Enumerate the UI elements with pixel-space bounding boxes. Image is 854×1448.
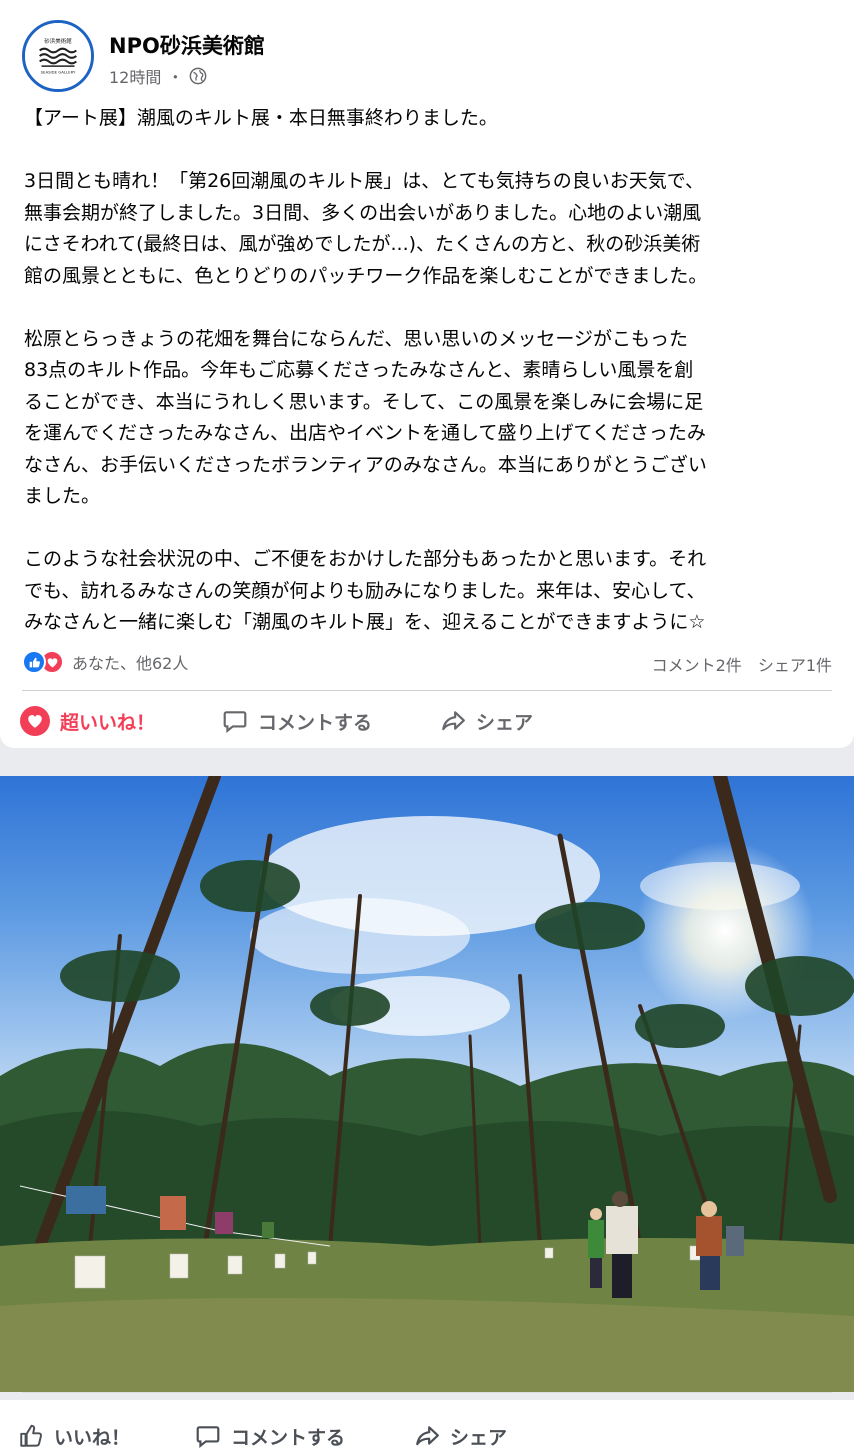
post-card: 砂浜美術館 SEASIDE GALLERY NPO砂浜美術館 12時間 ・ 【ア… xyxy=(0,0,854,748)
post-text-line: みなさんと一緒に楽しむ「潮風のキルト展」を、迎えることができますように☆ xyxy=(24,611,706,633)
post-text-line: 83点のキルト作品。今年もご応募くださったみなさんと、素晴らしい風景を創 xyxy=(24,359,694,381)
share-icon xyxy=(416,1426,439,1446)
post-time[interactable]: 12時間 xyxy=(109,64,161,88)
engagement-counts: コメント2件 シェア1件 xyxy=(652,652,832,676)
post-text-line: にさそわれて(最終日は、風が強めでしたが...)、たくさんの方と、秋の砂浜美術 xyxy=(24,233,701,255)
like-reaction-icon xyxy=(22,650,46,674)
post-text-line: 松原とらっきょうの花畑を舞台にならんだ、思い思いのメッセージがこもった xyxy=(24,327,689,350)
comment-icon xyxy=(223,711,247,734)
photo-comment-label: コメントする xyxy=(231,1426,346,1448)
divider xyxy=(22,690,832,691)
post-text-line: 【アート展】潮風のキルト展・本日無事終わりました。 xyxy=(24,107,498,129)
photo-scene xyxy=(0,776,854,1392)
comment-icon xyxy=(196,1426,220,1448)
post-text-line: 3日間とも晴れ！「第26回潮風のキルト展」は、とても気持ちの良いお天気で、 xyxy=(24,170,704,192)
share-count[interactable]: シェア1件 xyxy=(758,652,832,676)
globe-icon[interactable] xyxy=(189,67,207,85)
reaction-names: あなた、他62人 xyxy=(72,654,189,673)
love-button-label: 超いいね！ xyxy=(60,711,156,734)
comment-count[interactable]: コメント2件 xyxy=(652,652,742,676)
photo-share-label: シェア xyxy=(450,1426,508,1448)
share-button-label: シェア xyxy=(476,711,534,734)
comment-button-label: コメントする xyxy=(258,711,373,734)
reaction-summary[interactable]: あなた、他62人 xyxy=(22,648,188,676)
comment-button[interactable]: コメントする xyxy=(222,697,372,745)
share-icon xyxy=(442,711,465,731)
post-action-bar: 超いいね！ コメントする シェア xyxy=(0,697,854,745)
post-text-line: を運んでくださったみなさん、出店やイベントを通して盛り上げてくださったみ xyxy=(24,422,706,444)
photo-divider xyxy=(22,1392,832,1393)
svg-text:砂浜美術館: 砂浜美術館 xyxy=(44,37,72,45)
thumbs-up-icon xyxy=(20,1424,42,1447)
photo-like-label: いいね！ xyxy=(54,1426,131,1448)
heart-icon xyxy=(20,706,50,736)
post-text-line: 館の風景とともに、色とりどりのパッチワーク作品を楽しむことができました。 xyxy=(24,264,708,287)
post-photo[interactable] xyxy=(0,776,854,1392)
share-button[interactable]: シェア xyxy=(440,697,533,745)
post-text-line: ました。 xyxy=(24,485,101,507)
post-text-line: なさん、お手伝いくださったボランティアのみなさん。本当にありがとうござい xyxy=(24,453,707,476)
post-text-line: でも、訪れるみなさんの笑顔が何よりも励みになりました。来年は、安心して、 xyxy=(24,579,706,602)
page-name[interactable]: NPO砂浜美術館 xyxy=(109,30,265,60)
photo-like-button[interactable]: いいね！ xyxy=(18,1412,130,1448)
love-button[interactable]: 超いいね！ xyxy=(20,697,155,745)
post-text-line: 無事会期が終了しました。3日間、多くの出会いがありました。心地のよい潮風 xyxy=(24,201,702,224)
post-text-line: このような社会状況の中、ご不便をおかけした部分もあったかと思います。それ xyxy=(24,548,707,570)
page-avatar[interactable]: 砂浜美術館 SEASIDE GALLERY xyxy=(22,20,94,92)
post-text-line: ることができ、本当にうれしく思います。そして、この風景を楽しみに会場に足 xyxy=(24,390,704,413)
photo-comment-button[interactable]: コメントする xyxy=(195,1412,345,1448)
post-meta: 12時間 ・ xyxy=(109,64,207,88)
svg-text:SEASIDE GALLERY: SEASIDE GALLERY xyxy=(41,69,76,74)
meta-separator: ・ xyxy=(167,68,184,87)
photo-share-button[interactable]: シェア xyxy=(414,1412,507,1448)
post-message: 【アート展】潮風のキルト展・本日無事終わりました。 3日間とも晴れ！「第26回潮風… xyxy=(24,103,844,639)
photo-action-bar: いいね！ コメントする シェア xyxy=(0,1400,854,1448)
page-logo: 砂浜美術館 SEASIDE GALLERY xyxy=(25,23,91,89)
